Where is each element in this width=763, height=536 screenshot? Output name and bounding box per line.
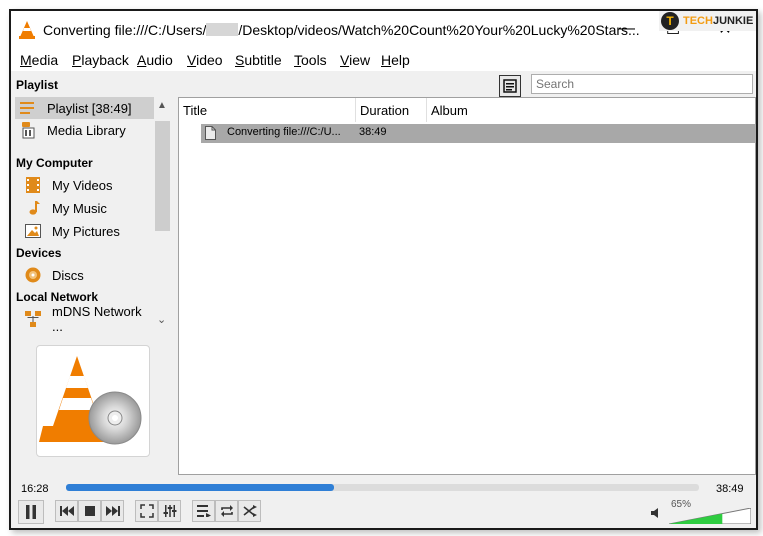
playlist-icon [19,99,37,117]
table-row[interactable]: Converting file:///C:/U... 38:49 [201,124,756,143]
title-bar: Converting file:///C:/Users/ /Desktop/vid… [11,11,756,49]
music-note-icon [24,199,42,217]
volume-triangle [669,508,751,524]
section-playlist: Playlist [16,78,59,92]
row-duration: 38:49 [359,126,387,138]
toggle-playlist-button[interactable] [192,500,215,522]
sidebar: Playlist Playlist [38:49] Media Library … [11,73,173,477]
speaker-icon[interactable] [651,508,661,518]
media-library-icon [19,121,37,139]
menu-bar: Media Playback Audio Video Subtitle Tool… [11,49,756,71]
picture-icon [24,222,42,240]
vlc-cone-icon [19,21,35,39]
film-icon [24,176,42,194]
extended-settings-button[interactable] [158,500,181,522]
sidebar-item-label: Playlist [38:49] [47,100,132,116]
elapsed-time: 16:28 [21,483,49,495]
column-album[interactable]: Album [427,98,727,122]
section-local-network: Local Network [16,290,99,304]
equalizer-icon [163,505,176,517]
menu-view[interactable]: View [340,52,370,68]
sidebar-item-playlist[interactable]: Playlist [38:49] [15,97,154,119]
stop-button[interactable] [78,500,101,522]
controls-bar: 65% [11,499,756,526]
section-devices: Devices [16,246,62,260]
redacted-username [206,23,239,36]
sidebar-item-label: My Videos [52,177,113,193]
loop-icon [220,505,233,517]
sidebar-item-my-pictures[interactable]: My Pictures [15,220,154,242]
sidebar-item-media-library[interactable]: Media Library [15,119,154,141]
chevron-down-icon[interactable]: ⌄ [157,313,166,326]
window-title: Converting file:///C:/Users/ /Desktop/vid… [43,22,640,38]
watermark-part2: JUNKIE [712,15,754,27]
sidebar-item-label: Discs [52,267,84,283]
title-suffix: /Desktop/videos/Watch%20Count%20Your%20L… [238,22,640,38]
shuffle-icon [243,505,257,517]
seek-slider[interactable] [66,484,699,491]
previous-button[interactable] [55,500,78,522]
sidebar-item-mdns-network[interactable]: mDNS Network ... [15,304,154,334]
menu-playback[interactable]: Playback [72,52,129,68]
column-duration[interactable]: Duration [356,98,427,122]
sidebar-item-my-videos[interactable]: My Videos [15,174,154,196]
loop-button[interactable] [215,500,238,522]
disc-icon [24,266,42,284]
total-time: 38:49 [716,483,744,495]
minimize-button[interactable]: — [604,11,650,47]
playlist-view: Title Duration Album Converting file:///… [178,97,756,475]
sidebar-item-my-music[interactable]: My Music [15,197,154,219]
chevron-up-icon[interactable]: ▲ [157,100,167,111]
fullscreen-button[interactable] [135,500,158,522]
list-view-icon [503,79,517,93]
menu-media[interactable]: Media [20,52,58,68]
sidebar-item-label: My Music [52,200,107,216]
techjunkie-watermark: T TECHJUNKIE [659,11,756,31]
watermark-part1: TECH [683,15,713,27]
album-art [36,345,150,457]
next-icon [105,506,120,516]
section-my-computer: My Computer [16,156,93,170]
shuffle-button[interactable] [238,500,261,522]
network-icon [24,310,42,328]
sidebar-scrollbar[interactable]: ▲ [154,97,171,309]
sidebar-item-discs[interactable]: Discs [15,264,154,286]
menu-subtitle[interactable]: Subtitle [235,52,282,68]
sidebar-item-label: mDNS Network ... [52,304,142,334]
playlist-view-toggle-button[interactable] [499,75,521,97]
stop-icon [84,506,95,516]
vlc-window: Converting file:///C:/Users/ /Desktop/vid… [9,9,758,530]
sidebar-item-label: Media Library [47,122,126,138]
pause-button[interactable] [18,500,44,524]
next-button[interactable] [101,500,124,522]
seek-progress [66,484,335,491]
menu-audio[interactable]: Audio [137,52,173,68]
volume-slider[interactable]: 65% [669,499,751,524]
minimize-icon: — [619,20,635,37]
title-prefix: Converting file:///C:/Users/ [43,22,207,38]
playlist-toggle-icon [196,505,211,517]
techjunkie-logo-icon: T [661,12,679,30]
vlc-cone-disc-icon [39,356,142,445]
menu-video[interactable]: Video [187,52,223,68]
seek-area: 16:28 38:49 [11,477,756,499]
menu-tools[interactable]: Tools [294,52,327,68]
menu-help[interactable]: Help [381,52,410,68]
fullscreen-icon [139,504,154,518]
pause-icon [26,505,36,519]
row-title: Converting file:///C:/U... [227,126,341,138]
sidebar-item-label: My Pictures [52,223,120,239]
previous-icon [59,506,74,516]
file-icon [205,126,216,140]
column-title[interactable]: Title [179,98,356,122]
search-input[interactable] [531,74,753,94]
sidebar-scroll-thumb[interactable] [155,121,170,231]
